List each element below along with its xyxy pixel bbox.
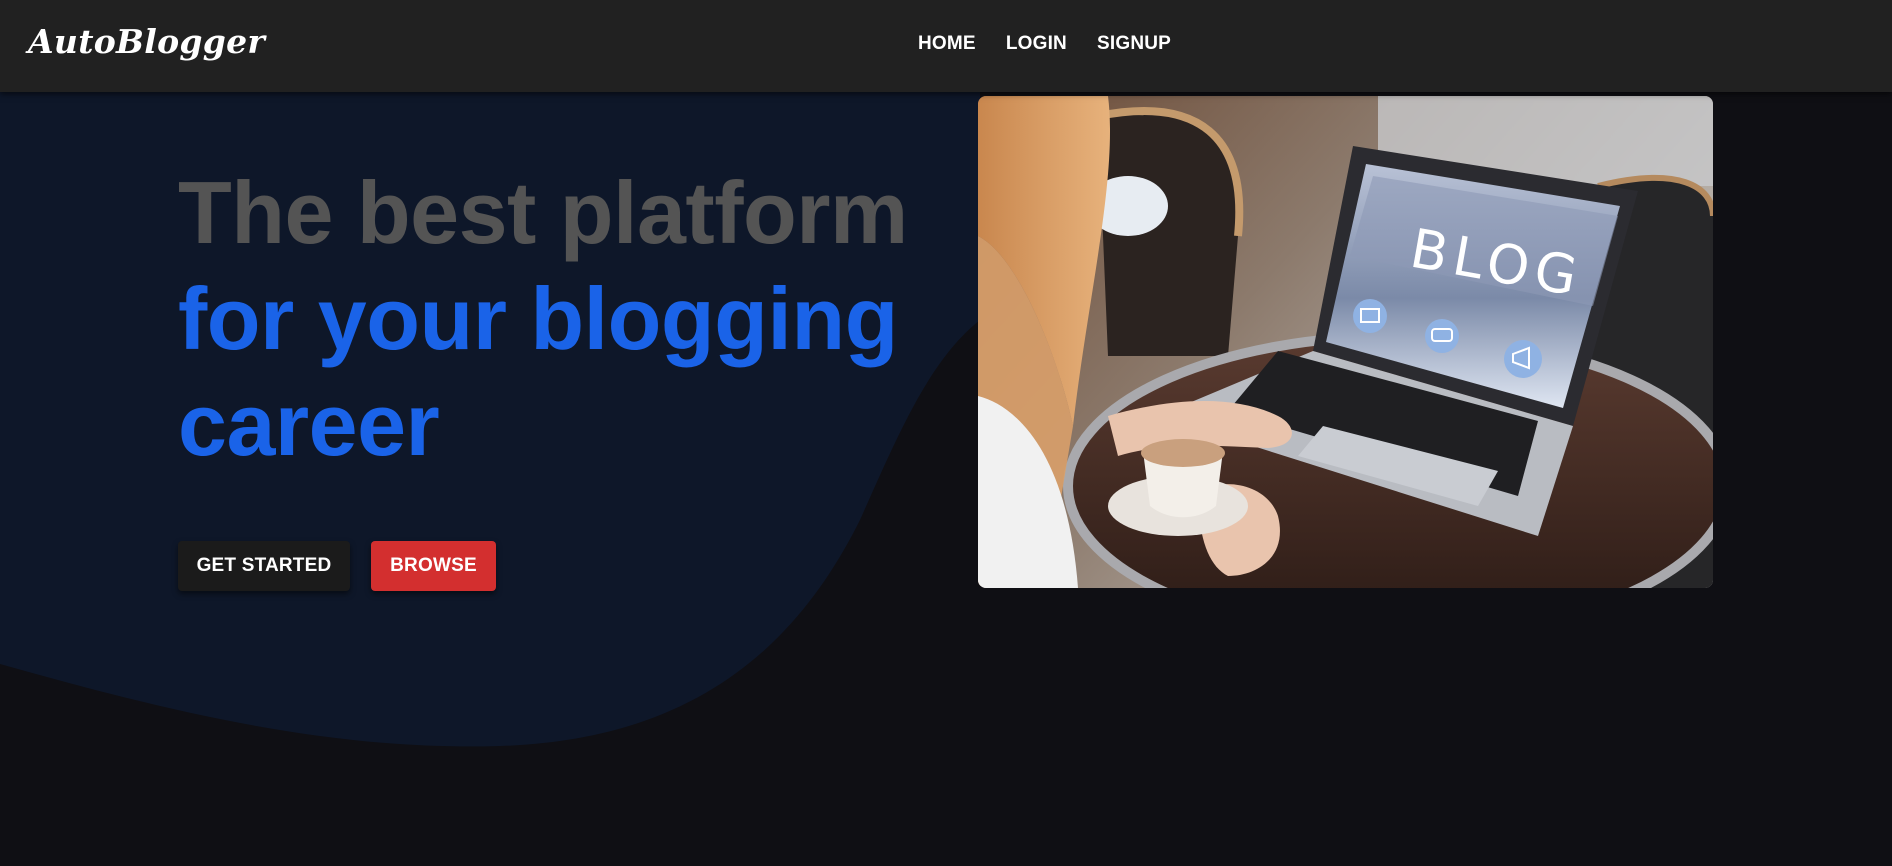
browse-button[interactable]: BROWSE	[371, 541, 496, 591]
nav-signup-link[interactable]: SIGNUP	[1097, 33, 1171, 55]
megaphone-icon	[1504, 340, 1542, 378]
hero-title-line-3: career	[178, 375, 440, 474]
mail-icon	[1353, 299, 1387, 333]
hero-title-line-1: The best platform	[178, 163, 908, 262]
navbar: AutoBlogger HOME LOGIN SIGNUP	[0, 0, 1892, 92]
nav-home-link[interactable]: HOME	[918, 33, 976, 55]
nav-login-link[interactable]: LOGIN	[1006, 33, 1067, 55]
hero-image-illustration: BLOG	[978, 96, 1713, 588]
get-started-button[interactable]: GET STARTED	[178, 541, 350, 591]
brand-logo[interactable]: AutoBlogger	[28, 22, 265, 61]
hero-title-line-2: for your blogging	[178, 269, 898, 368]
nav-links: HOME LOGIN SIGNUP	[918, 33, 1201, 55]
hero-title: The best platform for your blogging care…	[178, 160, 908, 478]
page: AutoBlogger HOME LOGIN SIGNUP The best p…	[0, 0, 1892, 866]
hero-image: BLOG	[978, 96, 1713, 588]
chat-icon	[1425, 319, 1459, 353]
